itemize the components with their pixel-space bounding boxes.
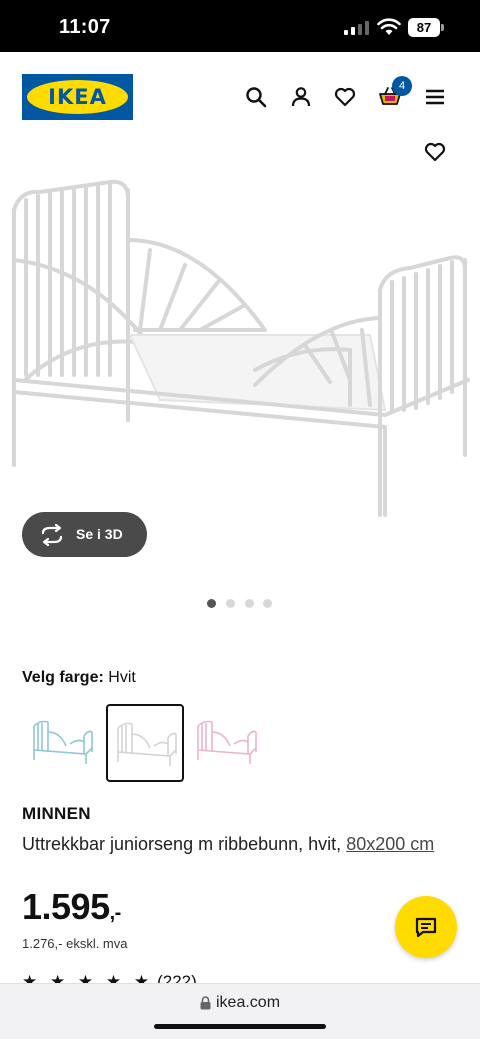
lock-icon — [200, 996, 211, 1010]
site-header: IKEA 4 — [0, 52, 480, 144]
cart-count-badge: 4 — [392, 76, 412, 96]
logo-text: IKEA — [48, 85, 107, 109]
color-choice-label: Velg farge: Hvit — [22, 669, 136, 687]
browser-url: ikea.com — [216, 994, 281, 1011]
image-pagination — [207, 599, 277, 609]
view-in-3d-button[interactable]: Se i 3D — [22, 512, 147, 557]
pagination-dot-2[interactable] — [226, 599, 235, 608]
chat-button[interactable] — [395, 896, 457, 958]
status-time: 11:07 — [59, 16, 111, 38]
menu-icon[interactable] — [423, 85, 447, 109]
color-swatch-white[interactable] — [106, 704, 184, 782]
account-icon[interactable] — [289, 85, 313, 109]
home-indicator[interactable] — [154, 1024, 326, 1029]
battery-level: 87 — [408, 18, 440, 37]
view-in-3d-label: Se i 3D — [76, 526, 123, 542]
rotate-3d-icon — [41, 524, 63, 546]
product-name: MINNEN — [22, 804, 91, 823]
search-icon[interactable] — [244, 85, 268, 109]
pagination-dot-4[interactable] — [263, 599, 272, 608]
wifi-icon — [377, 18, 401, 35]
bed-thumbnail-white — [117, 722, 177, 766]
ikea-logo[interactable]: IKEA — [22, 74, 133, 120]
color-swatch-pink[interactable] — [188, 704, 266, 782]
add-to-favourites-icon[interactable] — [423, 140, 447, 164]
product-description-text: Uttrekkbar juniorseng m ribbebunn, hvit, — [22, 834, 342, 854]
selected-color: Hvit — [108, 669, 136, 686]
chat-icon — [415, 917, 437, 938]
price-excluding-vat: 1.276,- ekskl. mva — [22, 936, 128, 951]
pagination-dot-1[interactable] — [207, 599, 216, 608]
heart-icon[interactable] — [333, 85, 357, 109]
bed-thumbnail-blue — [33, 720, 93, 764]
browser-address-bar[interactable]: ikea.com — [0, 983, 480, 1039]
status-bar: 11:07 87 — [0, 0, 480, 52]
price-suffix: ,- — [109, 902, 122, 924]
cellular-signal-icon — [344, 21, 369, 35]
product-price: 1.595,- — [22, 886, 121, 928]
product-description: Uttrekkbar juniorseng m ribbebunn, hvit,… — [22, 830, 452, 858]
pagination-dot-3[interactable] — [245, 599, 254, 608]
product-image[interactable] — [0, 170, 480, 530]
battery-icon: 87 — [408, 18, 444, 37]
price-amount: 1.595 — [22, 886, 110, 927]
color-label-title: Velg farge: — [22, 669, 104, 686]
product-size-link[interactable]: 80x200 cm — [346, 834, 434, 854]
color-swatch-blue[interactable] — [24, 704, 102, 782]
bed-thumbnail-pink — [197, 720, 257, 764]
